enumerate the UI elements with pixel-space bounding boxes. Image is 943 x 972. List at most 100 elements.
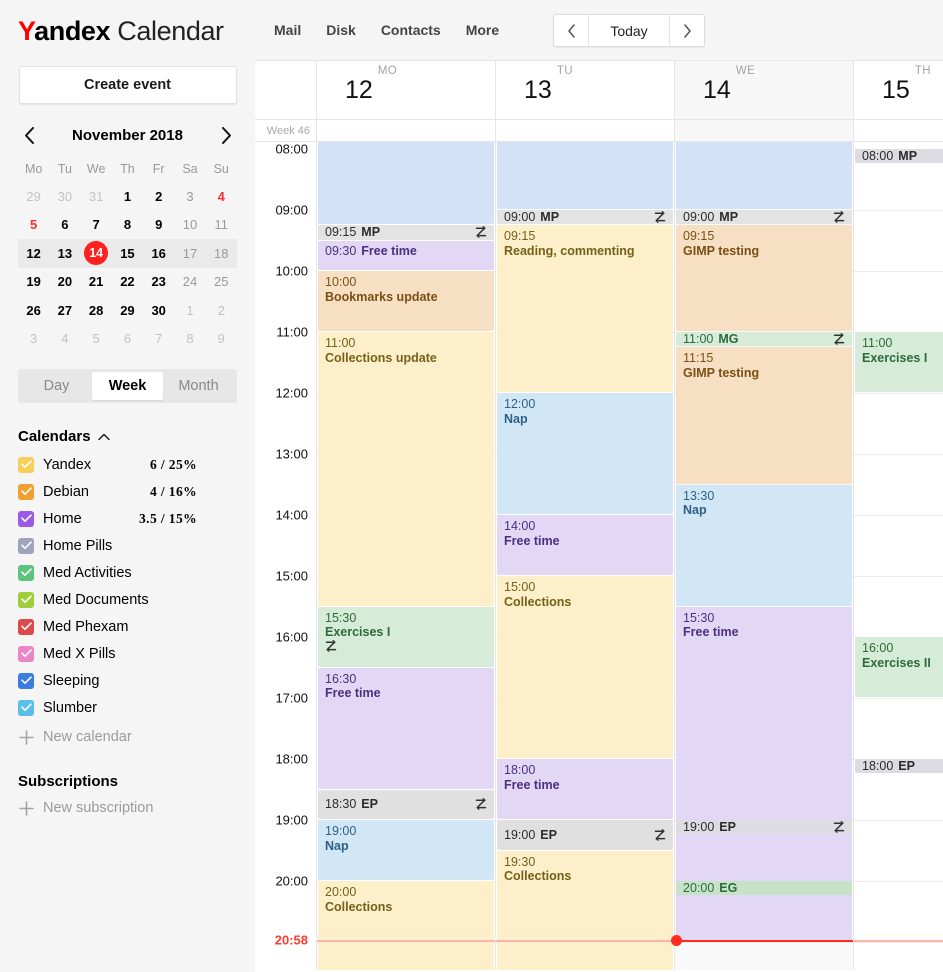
mini-calendar-day[interactable]: 2 (206, 296, 237, 325)
calendar-event[interactable]: 09:15 Reading, commenting (497, 225, 673, 392)
mini-calendar-day[interactable]: 22 (112, 268, 143, 297)
calendar-event[interactable]: 13:30 Nap (676, 484, 852, 606)
calendar-list-item[interactable]: Yandex 6 / 25% (18, 451, 255, 478)
mini-calendar-day[interactable]: 8 (112, 211, 143, 240)
calendar-event[interactable]: 16:30 Free time (318, 667, 494, 789)
calendar-event[interactable]: 16:00 Exercises II (855, 637, 943, 697)
mini-calendar-day[interactable]: 26 (18, 296, 49, 325)
mini-calendar-day[interactable]: 5 (81, 325, 112, 354)
calendar-event[interactable]: 10:00 Bookmarks update (318, 271, 494, 331)
mini-calendar-day[interactable]: 9 (143, 211, 174, 240)
brand-logo[interactable]: Yandex Calendar (0, 0, 255, 47)
calendar-event[interactable]: 08:00 MP (855, 149, 943, 164)
mini-calendar-day[interactable]: 21 (81, 268, 112, 297)
calendar-event[interactable]: 11:00 Collections update (318, 332, 494, 606)
mini-calendar-day[interactable]: 29 (112, 296, 143, 325)
calendar-list-item[interactable]: Sleeping (18, 667, 255, 694)
mini-calendar-day[interactable]: 17 (174, 239, 205, 268)
top-nav-more[interactable]: More (466, 22, 499, 38)
calendar-checkbox[interactable] (18, 456, 34, 473)
view-option-week[interactable]: Week (92, 372, 163, 400)
calendar-event[interactable]: 18:30 EP (318, 789, 494, 819)
mini-calendar-day[interactable]: 10 (174, 211, 205, 240)
mini-calendar-day[interactable]: 15 (112, 239, 143, 268)
calendar-checkbox[interactable] (18, 483, 34, 500)
prev-week-button[interactable] (554, 15, 589, 46)
mini-calendar-day[interactable]: 27 (49, 296, 80, 325)
calendar-checkbox[interactable] (18, 672, 34, 689)
calendar-list-item[interactable]: Slumber (18, 694, 255, 721)
calendar-event[interactable]: 20:00 EG (676, 881, 852, 896)
calendar-list-item[interactable]: Med Activities (18, 559, 255, 586)
all-day-cell[interactable] (496, 120, 675, 141)
calendar-event[interactable]: 15:30 Exercises I (318, 606, 494, 667)
calendar-checkbox[interactable] (18, 645, 34, 662)
calendar-event[interactable]: 19:00 EP (676, 820, 852, 835)
top-nav-mail[interactable]: Mail (274, 22, 301, 38)
mini-calendar-day-today[interactable]: 14 (81, 239, 112, 268)
next-month-icon[interactable] (215, 124, 237, 146)
mini-calendar-day[interactable]: 29 (18, 182, 49, 211)
view-option-day[interactable]: Day (21, 372, 92, 400)
day-column-15[interactable]: 08:00 MP 11:00 Exercises I 16:00 Exercises II… (854, 142, 943, 970)
calendar-grid-wrapper[interactable]: 08:00 09:00 10:00 11:00 12:00 13:00 14:00 15:00… (255, 142, 943, 970)
mini-calendar-day[interactable]: 7 (81, 211, 112, 240)
mini-calendar-day[interactable]: 30 (49, 182, 80, 211)
calendar-event[interactable] (497, 142, 673, 209)
mini-calendar-day[interactable]: 3 (174, 182, 205, 211)
calendar-event[interactable]: 19:00 EP (497, 820, 673, 850)
mini-calendar-day[interactable]: 16 (143, 239, 174, 268)
mini-calendar-day[interactable]: 5 (18, 211, 49, 240)
day-header-tu[interactable]: 13 TU (496, 61, 675, 119)
mini-calendar-day[interactable]: 24 (174, 268, 205, 297)
calendar-event[interactable]: 19:30 Collections (497, 850, 673, 970)
calendar-checkbox[interactable] (18, 591, 34, 608)
mini-calendar-day[interactable]: 7 (143, 325, 174, 354)
calendar-list-item[interactable]: Debian 4 / 16% (18, 478, 255, 505)
calendar-event[interactable]: 09:30 Free time (318, 240, 494, 270)
mini-calendar-day[interactable]: 6 (112, 325, 143, 354)
calendar-checkbox[interactable] (18, 618, 34, 635)
mini-calendar-day[interactable]: 19 (18, 268, 49, 297)
calendar-event[interactable]: 09:15 GIMP testing (676, 225, 852, 331)
mini-calendar-day[interactable]: 11 (206, 211, 237, 240)
day-header-mo[interactable]: 12 MO (317, 61, 496, 119)
mini-calendar-day[interactable]: 20 (49, 268, 80, 297)
mini-calendar-day[interactable]: 1 (174, 296, 205, 325)
new-subscription-button[interactable]: New subscription (18, 794, 255, 822)
mini-calendar-day[interactable]: 25 (206, 268, 237, 297)
calendar-list-item[interactable]: Med Phexam (18, 613, 255, 640)
mini-calendar-day[interactable]: 30 (143, 296, 174, 325)
top-nav-contacts[interactable]: Contacts (381, 22, 441, 38)
day-column-14[interactable]: 09:00 MP 09:15 GIMP testing 11:00 MG 11:15 GIMP… (671, 142, 854, 970)
all-day-cell[interactable] (854, 120, 943, 141)
day-header-th[interactable]: 15 TH (854, 61, 943, 119)
mini-calendar-day[interactable]: 2 (143, 182, 174, 211)
calendar-event[interactable] (318, 142, 494, 225)
calendar-checkbox[interactable] (18, 564, 34, 581)
mini-calendar-day[interactable]: 4 (49, 325, 80, 354)
day-column-13[interactable]: 09:00 MP 09:15 Reading, commenting 12:00 Nap 1… (496, 142, 675, 970)
calendar-list-item[interactable]: Med Documents (18, 586, 255, 613)
calendar-event[interactable]: 15:00 Collections (497, 576, 673, 758)
calendar-event[interactable]: 18:00 Free time (497, 759, 673, 819)
calendar-event[interactable]: 11:00 Exercises I (855, 332, 943, 392)
day-column-12[interactable]: 09:15 MP 09:30 Free time 10:00 Bookmarks upda… (317, 142, 496, 970)
calendar-event[interactable]: 20:00 Collections (318, 881, 494, 970)
mini-calendar-day[interactable]: 1 (112, 182, 143, 211)
mini-calendar-day[interactable]: 8 (174, 325, 205, 354)
chevron-up-icon[interactable] (97, 428, 110, 445)
calendar-event[interactable]: 09:15 MP (318, 225, 494, 240)
mini-calendar-day[interactable]: 6 (49, 211, 80, 240)
calendar-checkbox[interactable] (18, 537, 34, 554)
calendar-checkbox[interactable] (18, 510, 34, 527)
top-nav-disk[interactable]: Disk (326, 22, 356, 38)
calendar-event[interactable]: 11:00 MG (676, 332, 852, 347)
new-calendar-button[interactable]: New calendar (18, 723, 255, 751)
calendar-event[interactable]: 09:00 MP (497, 210, 673, 225)
calendar-list-item[interactable]: Med X Pills (18, 640, 255, 667)
calendar-list-item[interactable]: Home Pills (18, 532, 255, 559)
mini-calendar-day[interactable]: 12 (18, 239, 49, 268)
calendar-event[interactable]: 14:00 Free time (497, 515, 673, 575)
all-day-cell[interactable] (317, 120, 496, 141)
